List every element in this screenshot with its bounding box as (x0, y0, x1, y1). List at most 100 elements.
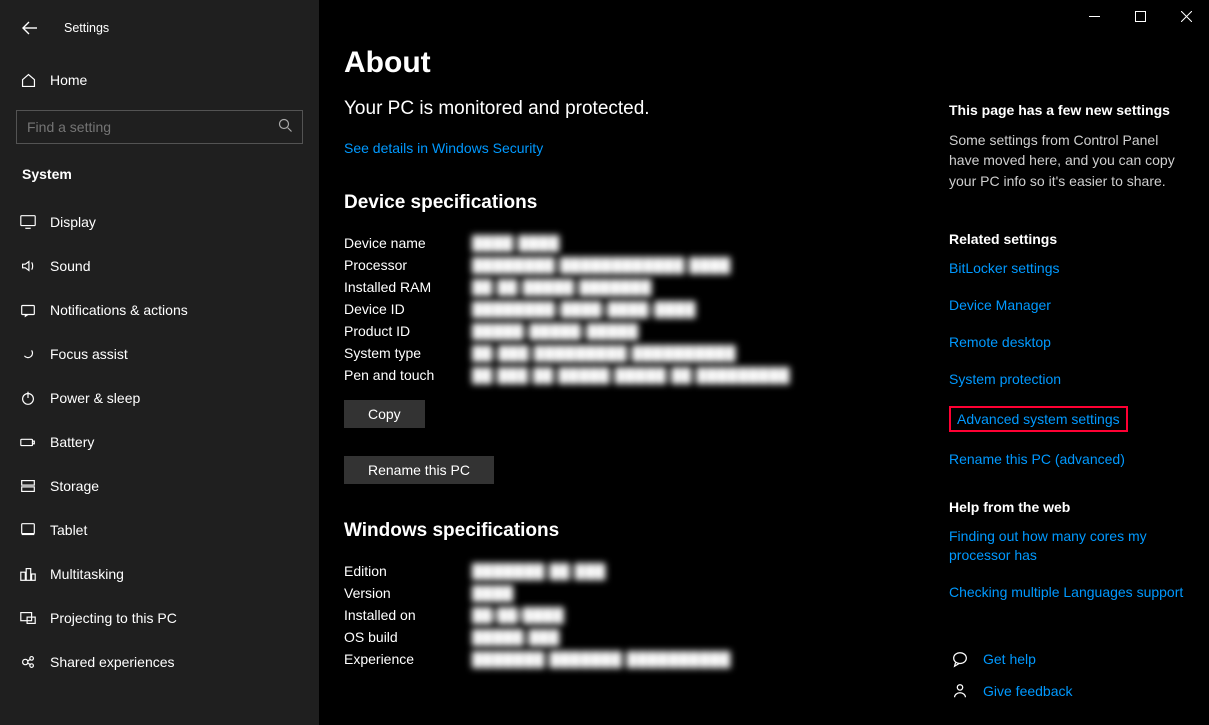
spec-row: Edition███████ ██ ███ (344, 560, 731, 582)
sidebar-item-tablet[interactable]: Tablet (0, 508, 319, 552)
get-help-link[interactable]: Get help (983, 651, 1036, 667)
spec-label: Installed on (344, 604, 464, 626)
related-settings-heading: Related settings (949, 231, 1187, 247)
spec-row: Version████ (344, 582, 731, 604)
sidebar-item-display[interactable]: Display (0, 200, 319, 244)
spec-label: Installed RAM (344, 276, 464, 298)
back-button[interactable] (18, 16, 42, 40)
multitask-icon (18, 564, 38, 584)
rename-pc-button[interactable]: Rename this PC (344, 456, 494, 484)
sidebar-item-power[interactable]: Power & sleep (0, 376, 319, 420)
focus-icon (18, 344, 38, 364)
right-panel: This page has a few new settings Some se… (949, 102, 1187, 714)
sidebar-item-label: Projecting to this PC (50, 610, 177, 626)
tablet-icon (18, 520, 38, 540)
related-link-system-protection[interactable]: System protection (949, 370, 1187, 389)
sidebar-item-label: Multitasking (50, 566, 124, 582)
new-settings-body: Some settings from Control Panel have mo… (949, 130, 1187, 191)
sound-icon (18, 256, 38, 276)
sidebar-item-storage[interactable]: Storage (0, 464, 319, 508)
search-input[interactable] (16, 110, 303, 144)
related-link-device-manager[interactable]: Device Manager (949, 296, 1187, 315)
help-link-cores[interactable]: Finding out how many cores my processor … (949, 527, 1187, 565)
spec-row: Installed RAM██ ██ █████ ███████ (344, 276, 790, 298)
give-feedback-link[interactable]: Give feedback (983, 683, 1073, 699)
search-icon (278, 118, 293, 136)
related-link-bitlocker[interactable]: BitLocker settings (949, 259, 1187, 278)
spec-value: ████████-████-████-████ (464, 298, 790, 320)
sidebar-item-label: Display (50, 214, 96, 230)
sidebar-item-label: Tablet (50, 522, 87, 538)
window-title: Settings (64, 21, 109, 35)
sidebar-section-label: System (0, 158, 319, 200)
related-link-advanced-system-settings[interactable]: Advanced system settings (957, 411, 1120, 427)
sidebar-item-label: Focus assist (50, 346, 128, 362)
display-icon (18, 212, 38, 232)
spec-value: ████ (464, 582, 731, 604)
spec-row: Product ID█████-█████-█████ (344, 320, 790, 342)
sidebar-item-label: Storage (50, 478, 99, 494)
notifications-icon (18, 300, 38, 320)
spec-value: ██-███ █████████ ██████████ (464, 342, 790, 364)
spec-label: Processor (344, 254, 464, 276)
sidebar-home[interactable]: Home (0, 60, 319, 100)
sidebar-item-sound[interactable]: Sound (0, 244, 319, 288)
storage-icon (18, 476, 38, 496)
spec-label: Device name (344, 232, 464, 254)
spec-value: █████-█████-█████ (464, 320, 790, 342)
spec-row: Installed on██/██/████ (344, 604, 731, 626)
advanced-system-settings-highlight: Advanced system settings (949, 406, 1128, 432)
project-icon (18, 608, 38, 628)
sidebar-item-multitask[interactable]: Multitasking (0, 552, 319, 596)
spec-label: Device ID (344, 298, 464, 320)
sidebar-item-label: Battery (50, 434, 94, 450)
close-button[interactable] (1163, 0, 1209, 32)
help-link-languages[interactable]: Checking multiple Languages support (949, 583, 1187, 602)
spec-value: ███████ ██ ███ (464, 560, 731, 582)
related-link-rename-pc-advanced[interactable]: Rename this PC (advanced) (949, 450, 1187, 469)
spec-label: System type (344, 342, 464, 364)
sidebar: Settings Home System Display Sound Notific… (0, 0, 320, 725)
get-help-icon (949, 650, 971, 668)
spec-label: OS build (344, 626, 464, 648)
windows-security-link[interactable]: See details in Windows Security (344, 140, 543, 156)
page-title: About (344, 46, 924, 80)
power-icon (18, 388, 38, 408)
minimize-button[interactable] (1071, 0, 1117, 32)
main-content: About Your PC is monitored and protected… (320, 0, 1209, 725)
spec-label: Edition (344, 560, 464, 582)
spec-value: ███████ ███████ ██████████ (464, 648, 731, 670)
spec-label: Pen and touch (344, 364, 464, 386)
new-settings-heading: This page has a few new settings (949, 102, 1187, 118)
page-subhead: Your PC is monitored and protected. (344, 98, 924, 120)
spec-row: Pen and touch██ ███ ██ █████ █████ ██ ██… (344, 364, 790, 386)
copy-button[interactable]: Copy (344, 400, 425, 428)
spec-value: ██ ███ ██ █████ █████ ██ █████████ (464, 364, 790, 386)
feedback-icon (949, 682, 971, 700)
spec-row: Device ID████████-████-████-████ (344, 298, 790, 320)
spec-row: OS build█████.███ (344, 626, 731, 648)
sidebar-item-project[interactable]: Projecting to this PC (0, 596, 319, 640)
sidebar-item-label: Shared experiences (50, 654, 175, 670)
sidebar-item-shared[interactable]: Shared experiences (0, 640, 319, 684)
spec-row: Processor████████ ████████████ ████ (344, 254, 790, 276)
sidebar-item-notifications[interactable]: Notifications & actions (0, 288, 319, 332)
spec-value: ██ ██ █████ ███████ (464, 276, 790, 298)
spec-value: ██/██/████ (464, 604, 731, 626)
battery-icon (18, 432, 38, 452)
sidebar-item-label: Sound (50, 258, 90, 274)
spec-row: Device name████ ████ (344, 232, 790, 254)
spec-row: Experience███████ ███████ ██████████ (344, 648, 731, 670)
sidebar-home-label: Home (50, 72, 87, 88)
spec-label: Experience (344, 648, 464, 670)
windows-spec-heading: Windows specifications (344, 520, 924, 542)
spec-value: ████ ████ (464, 232, 790, 254)
shared-icon (18, 652, 38, 672)
sidebar-item-label: Power & sleep (50, 390, 140, 406)
maximize-button[interactable] (1117, 0, 1163, 32)
spec-row: System type██-███ █████████ ██████████ (344, 342, 790, 364)
spec-value: ████████ ████████████ ████ (464, 254, 790, 276)
related-link-remote-desktop[interactable]: Remote desktop (949, 333, 1187, 352)
sidebar-item-focus[interactable]: Focus assist (0, 332, 319, 376)
sidebar-item-battery[interactable]: Battery (0, 420, 319, 464)
